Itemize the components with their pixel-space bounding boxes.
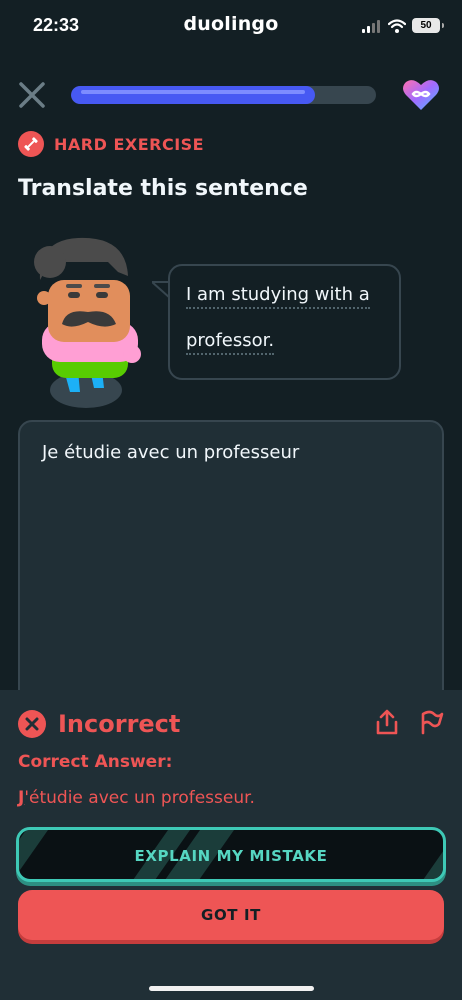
explain-my-mistake-label: EXPLAIN MY MISTAKE xyxy=(134,847,328,865)
status-bar: 22:33 duolingo 50 xyxy=(0,0,462,54)
battery-indicator: 50 xyxy=(412,18,444,33)
got-it-label: GOT IT xyxy=(201,906,261,924)
infinity-heart-icon[interactable] xyxy=(402,78,440,112)
feedback-panel: Incorrect Correct Answer: J'étudie avec … xyxy=(0,690,462,1000)
exercise-title: Translate this sentence xyxy=(18,176,308,201)
share-icon[interactable] xyxy=(374,708,400,736)
status-icons: 50 xyxy=(362,18,444,33)
character-illustration xyxy=(34,237,141,408)
correct-answer-heading: Correct Answer: xyxy=(18,752,173,772)
correct-answer-text: J'étudie avec un professeur. xyxy=(18,788,255,808)
lesson-header xyxy=(18,78,444,112)
signal-icon xyxy=(362,19,380,33)
dumbbell-icon xyxy=(18,131,44,157)
close-icon[interactable] xyxy=(18,81,46,109)
lesson-progress-fill xyxy=(71,86,315,104)
report-flag-icon[interactable] xyxy=(418,708,444,736)
incorrect-x-icon xyxy=(18,710,46,738)
hard-exercise-tag: HARD EXERCISE xyxy=(18,131,204,157)
prompt-text-line-1[interactable]: I am studying with a xyxy=(186,284,370,309)
hard-exercise-label: HARD EXERCISE xyxy=(54,134,205,154)
prompt-text-line-2[interactable]: professor. xyxy=(186,330,275,355)
explain-my-mistake-button[interactable]: EXPLAIN MY MISTAKE xyxy=(16,827,446,882)
correct-answer-rest: 'étudie avec un professeur. xyxy=(24,788,255,808)
wifi-icon xyxy=(388,18,406,33)
home-indicator[interactable] xyxy=(149,986,314,991)
incorrect-label: Incorrect xyxy=(58,710,181,738)
answer-text: Je étudie avec un professeur xyxy=(42,442,300,463)
got-it-button[interactable]: GOT IT xyxy=(18,890,444,940)
prompt-speech-bubble: I am studying with a professor. xyxy=(168,264,401,380)
incorrect-header: Incorrect xyxy=(18,710,180,738)
lesson-progress-bar xyxy=(71,86,376,104)
answer-textarea[interactable]: Je étudie avec un professeur xyxy=(18,420,444,720)
